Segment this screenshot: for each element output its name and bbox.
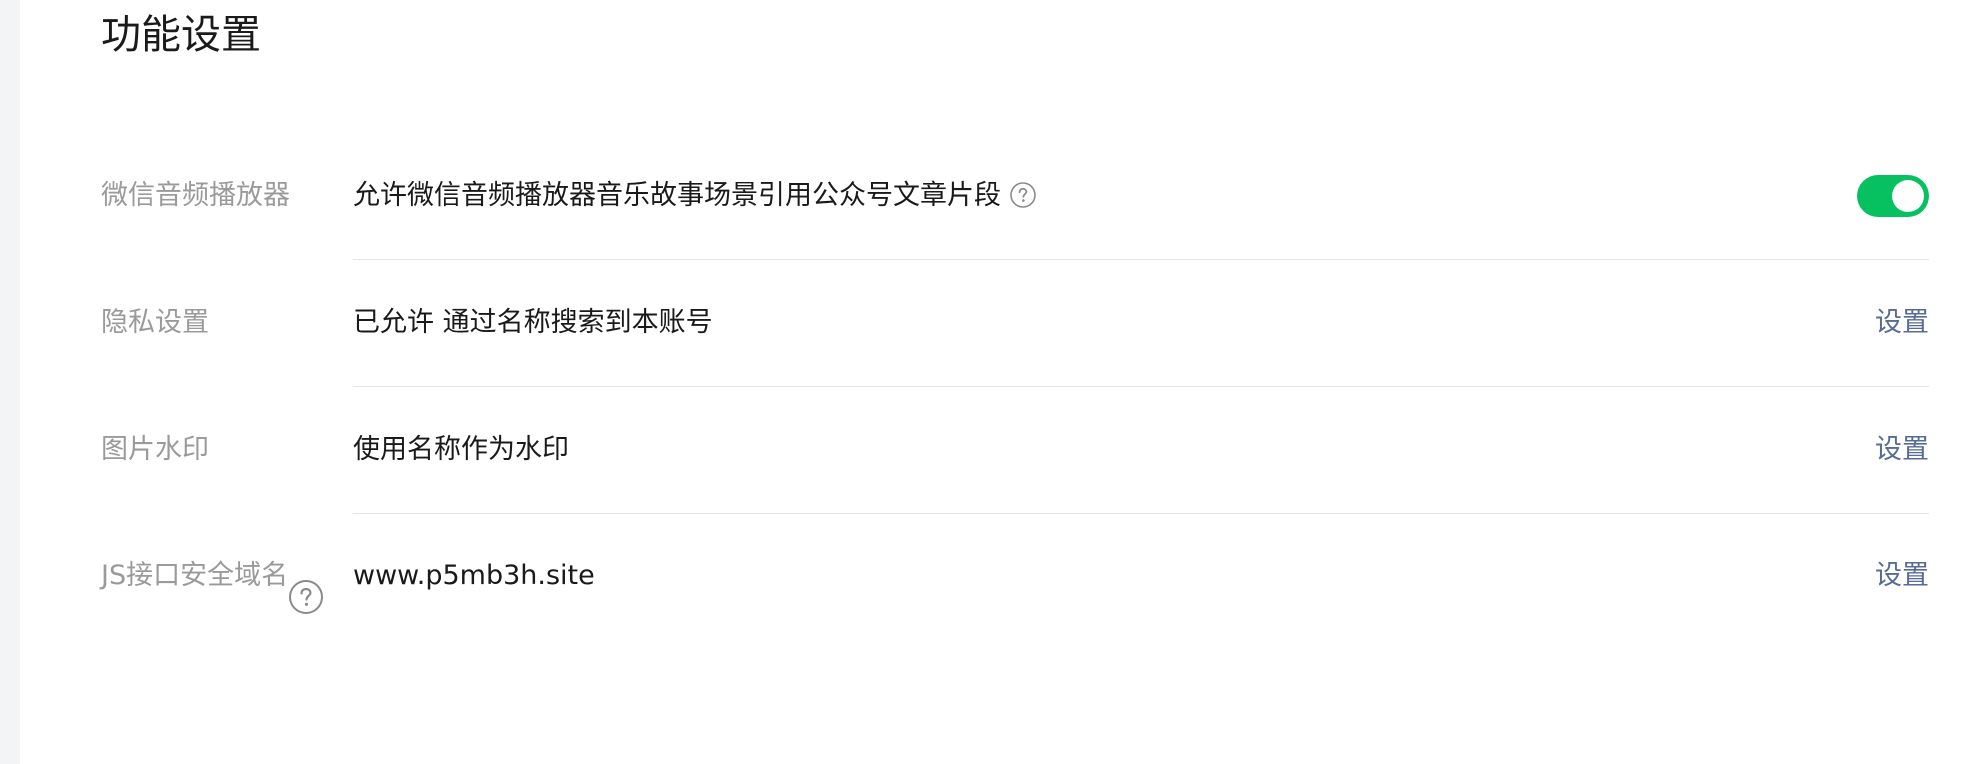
row-divider [353,513,1929,514]
row-label: 微信音频播放器 [101,180,290,211]
question-circle-icon [1010,181,1036,208]
row-label: 隐私设置 [101,307,209,338]
watermark-settings-link[interactable]: 设置 [1875,428,1929,472]
section-title: 功能设置 [101,12,261,58]
row-label: 图片水印 [101,434,209,465]
row-divider [353,259,1929,260]
row-label: JS接口安全域名 [101,560,289,591]
row-value: 已允许 通过名称搜索到本账号 [353,307,713,338]
question-circle-icon [289,580,323,614]
toggle-knob [1892,180,1924,212]
row-value: 使用名称作为水印 [353,434,569,465]
settings-panel: 功能设置 微信音频播放器 允许微信音频播放器音乐故事场景引用公众号文章片段 隐私… [20,0,1984,764]
audio-player-toggle[interactable] [1857,175,1929,217]
js-domain-settings-link[interactable]: 设置 [1875,554,1929,598]
privacy-settings-link[interactable]: 设置 [1875,301,1929,345]
row-value: www.p5mb3h.site [353,560,595,591]
row-value: 允许微信音频播放器音乐故事场景引用公众号文章片段 [353,174,1037,218]
help-icon[interactable] [1009,181,1037,209]
row-divider [353,386,1929,387]
help-icon[interactable] [288,579,324,615]
row-value-text: 允许微信音频播放器音乐故事场景引用公众号文章片段 [353,180,1001,211]
